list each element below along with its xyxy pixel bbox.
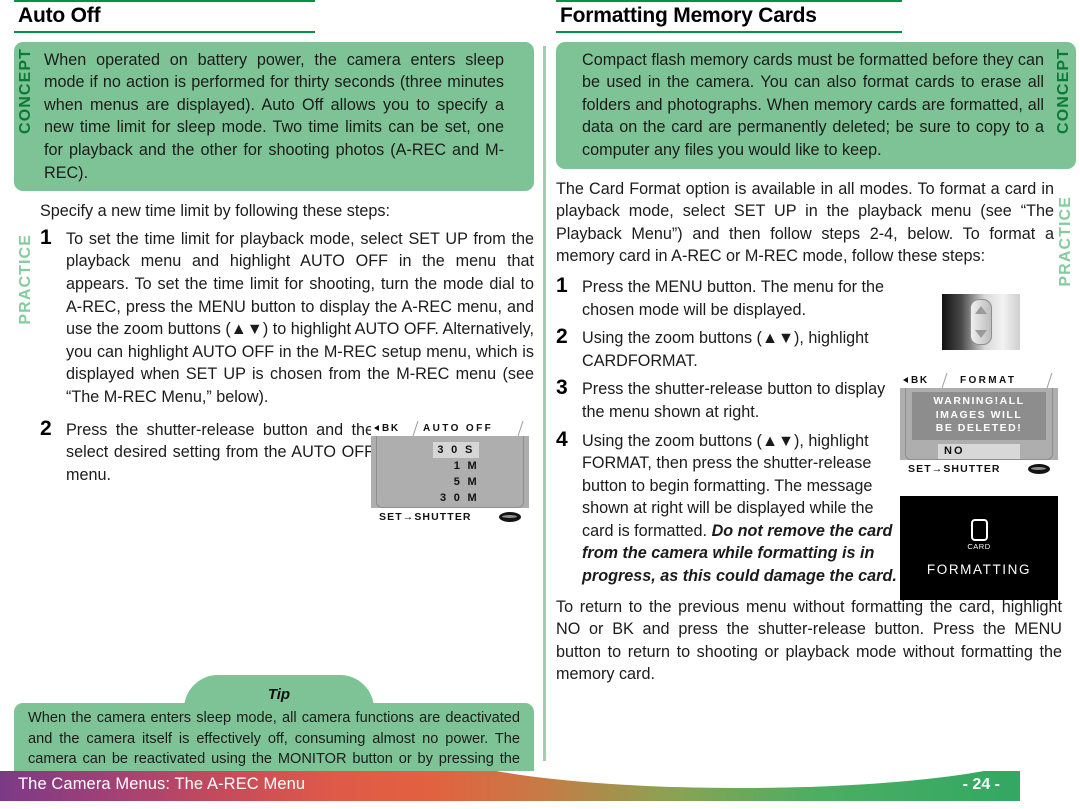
page-footer: The Camera Menus: The A-REC Menu - 24 - xyxy=(0,771,1020,801)
auto-off-option: 3 0 M xyxy=(439,492,479,504)
step-text: Using the zoom buttons (▲▼), highlight C… xyxy=(582,329,869,370)
lcd-tab-row: BK FORMAT xyxy=(900,373,1058,388)
lcd-body: WARNING!ALL IMAGES WILL BE DELETED! NO F… xyxy=(905,388,1053,460)
warning-line: WARNING!ALL xyxy=(933,395,1025,407)
auto-off-option: 5 M xyxy=(453,476,479,488)
concept-side-label: CONCEPT xyxy=(1055,47,1072,134)
back-arrow-icon xyxy=(903,377,908,383)
tab-edge-right xyxy=(1035,373,1053,388)
format-menu-screenshot: BK FORMAT WARNING!ALL IMAGES WILL BE DEL… xyxy=(900,373,1058,477)
lcd-footer: SET→SHUTTER xyxy=(371,508,529,525)
footer-title: The Camera Menus: The A-REC Menu xyxy=(18,775,306,793)
right-heading-text: Formatting Memory Cards xyxy=(560,4,817,27)
right-closing-text: To return to the previous menu without f… xyxy=(556,597,1062,684)
lcd-title: AUTO OFF xyxy=(423,423,494,434)
lcd-tab-row: BK AUTO OFF xyxy=(371,421,529,436)
right-concept-text: Compact flash memory cards must be forma… xyxy=(582,50,1044,159)
left-heading-text: Auto Off xyxy=(18,4,101,27)
step-text: Press the shutter-release button to disp… xyxy=(582,380,886,421)
auto-off-option-selected: 3 0 S xyxy=(433,442,479,458)
right-section-heading: Formatting Memory Cards xyxy=(556,0,1076,33)
memory-card-icon xyxy=(970,519,988,541)
auto-off-options: 3 0 S 1 M 5 M 3 0 M xyxy=(377,436,523,506)
lcd-footer: SET→SHUTTER xyxy=(900,460,1058,477)
tip-title: Tip xyxy=(267,686,291,703)
format-warning-block: WARNING!ALL IMAGES WILL BE DELETED! xyxy=(912,392,1046,440)
footer-curve-decoration xyxy=(430,771,1020,788)
right-concept-box: CONCEPT Compact flash memory cards must … xyxy=(556,41,1076,169)
auto-off-menu-screenshot: BK AUTO OFF 3 0 S 1 M 5 M 3 0 M SET→SHUT… xyxy=(371,421,529,525)
lcd-footer-text: SET→SHUTTER xyxy=(379,510,472,523)
format-option-no-selected: NO xyxy=(938,443,1020,459)
back-arrow-icon xyxy=(374,425,379,431)
warning-line: BE DELETED! xyxy=(935,422,1023,434)
step-number: 2 xyxy=(556,325,568,349)
step-number: 1 xyxy=(40,225,52,249)
heading-rule-bottom xyxy=(14,30,315,33)
left-concept-box: CONCEPT When operated on battery power, … xyxy=(14,41,534,192)
step-number: 3 xyxy=(556,376,568,400)
formatting-message: FORMATTING xyxy=(926,562,1032,577)
footer-page-number: - 24 - xyxy=(962,776,1000,793)
heading-rule-bottom xyxy=(556,30,902,33)
practice-side-label-right: PRACTICE xyxy=(1057,195,1074,287)
step-text: Press the MENU button. The menu for the … xyxy=(582,277,885,319)
lcd-body: 3 0 S 1 M 5 M 3 0 M xyxy=(376,436,524,508)
card-icon-label: CARD xyxy=(967,542,991,551)
step-item: 1 To set the time limit for playback mod… xyxy=(14,225,534,409)
manual-page: Auto Off CONCEPT When operated on batter… xyxy=(0,0,1080,809)
step-number: 4 xyxy=(556,427,568,451)
right-lead-text: The Card Format option is available in a… xyxy=(556,179,1054,266)
warning-line: IMAGES WILL xyxy=(935,408,1023,421)
step-number: 1 xyxy=(556,273,568,297)
left-lead-text: Specify a new time limit by following th… xyxy=(40,202,390,221)
formatting-progress-screenshot: CARD FORMATTING xyxy=(900,496,1058,600)
tab-edge-left xyxy=(941,373,959,388)
zoom-button-plate xyxy=(970,299,992,345)
left-section-heading: Auto Off xyxy=(14,0,534,33)
zoom-down-arrow-icon xyxy=(975,330,987,338)
format-options: NO FORMAT xyxy=(906,443,1052,460)
column-divider xyxy=(543,46,546,761)
step-number: 2 xyxy=(40,416,52,440)
zoom-up-arrow-icon xyxy=(975,306,987,314)
shutter-dial-icon xyxy=(1028,464,1050,474)
left-column: Auto Off CONCEPT When operated on batter… xyxy=(14,0,534,492)
lcd-footer-text: SET→SHUTTER xyxy=(908,462,1001,475)
auto-off-option: 1 M xyxy=(453,460,479,472)
camera-zoom-buttons-photo xyxy=(942,294,1020,350)
tab-edge-right xyxy=(506,421,524,436)
concept-side-label: CONCEPT xyxy=(17,47,34,134)
left-concept-text: When operated on battery power, the came… xyxy=(44,50,504,182)
lcd-title: FORMAT xyxy=(960,375,1017,386)
step-text: To set the time limit for playback mode,… xyxy=(66,229,534,406)
shutter-dial-icon xyxy=(499,512,521,522)
step-text: Press the shutter-release button and the… xyxy=(66,420,374,484)
